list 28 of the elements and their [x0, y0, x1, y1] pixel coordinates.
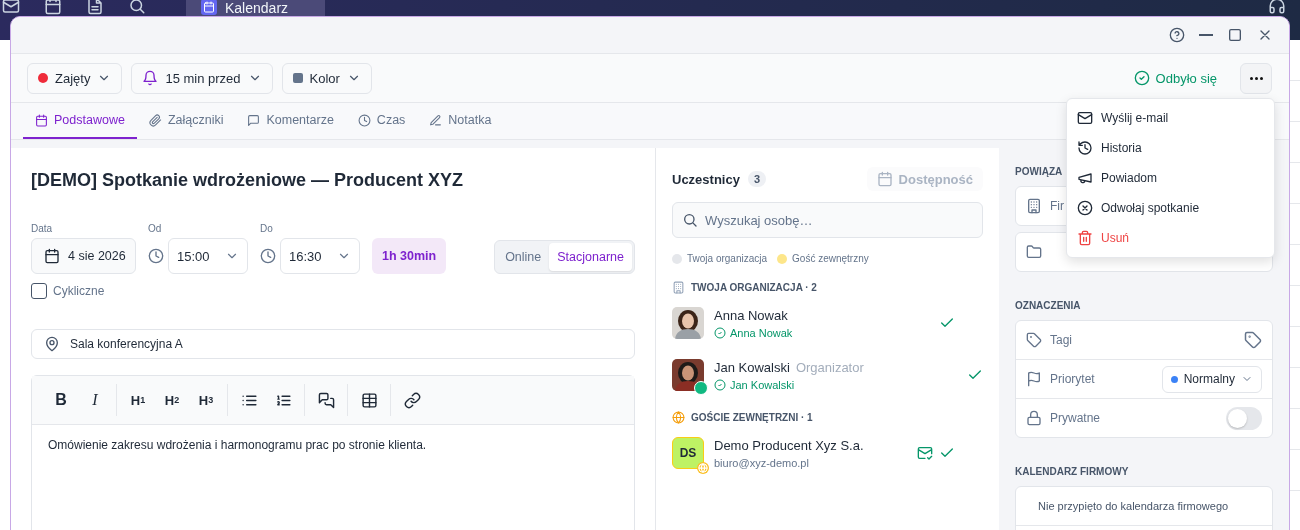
participant-name: Anna Nowak — [714, 307, 788, 323]
section-title: POWIĄZA — [1015, 166, 1064, 177]
duration-badge: 1h 30min — [372, 238, 447, 274]
info-text: Nie przypięto do kalendarza firmowego — [1037, 500, 1230, 512]
group-heading: GOŚCIE ZEWNĘTRZNI · 1 — [691, 412, 813, 423]
legend-label: Gość zewnętrzny — [792, 253, 869, 264]
row-label: Tagi — [1050, 333, 1072, 347]
participant-status: Jan Kowalski — [714, 378, 957, 391]
section-title: OZNACZENIA — [1015, 300, 1082, 311]
field-label: Do — [260, 223, 274, 234]
legend-label: Twoja organizacja — [687, 253, 768, 264]
field-label: Od — [148, 223, 163, 234]
group-heading: TWOJA ORGANIZACJA · 2 — [691, 282, 817, 293]
participant-name: Demo Producent Xyz S.a. — [714, 437, 864, 453]
participant-name: Jan Kowalski — [714, 359, 790, 375]
avatar: DS — [672, 437, 704, 469]
row-label: Prywatne — [1050, 411, 1101, 425]
participant-status: Anna Nowak — [714, 326, 929, 339]
section-title: KALENDARZ FIRMOWY — [1015, 466, 1130, 477]
role-label: Organizator — [795, 359, 864, 375]
count-badge: 3 — [747, 171, 767, 187]
checkbox-label: Cykliczne — [53, 284, 105, 298]
section-title: Uczestnicy — [672, 171, 740, 187]
event-title: [DEMO] Spotkanie wdrożeniowe — Producent XYZ — [31, 170, 465, 192]
description-text: Omówienie zakresu wdrożenia i harmonogramu prac po stronie klienta. — [47, 437, 428, 454]
field-label: Data — [31, 223, 54, 234]
row-label: Priorytet — [1050, 372, 1095, 386]
participant-email: biuro@xyz-demo.pl — [714, 456, 810, 469]
